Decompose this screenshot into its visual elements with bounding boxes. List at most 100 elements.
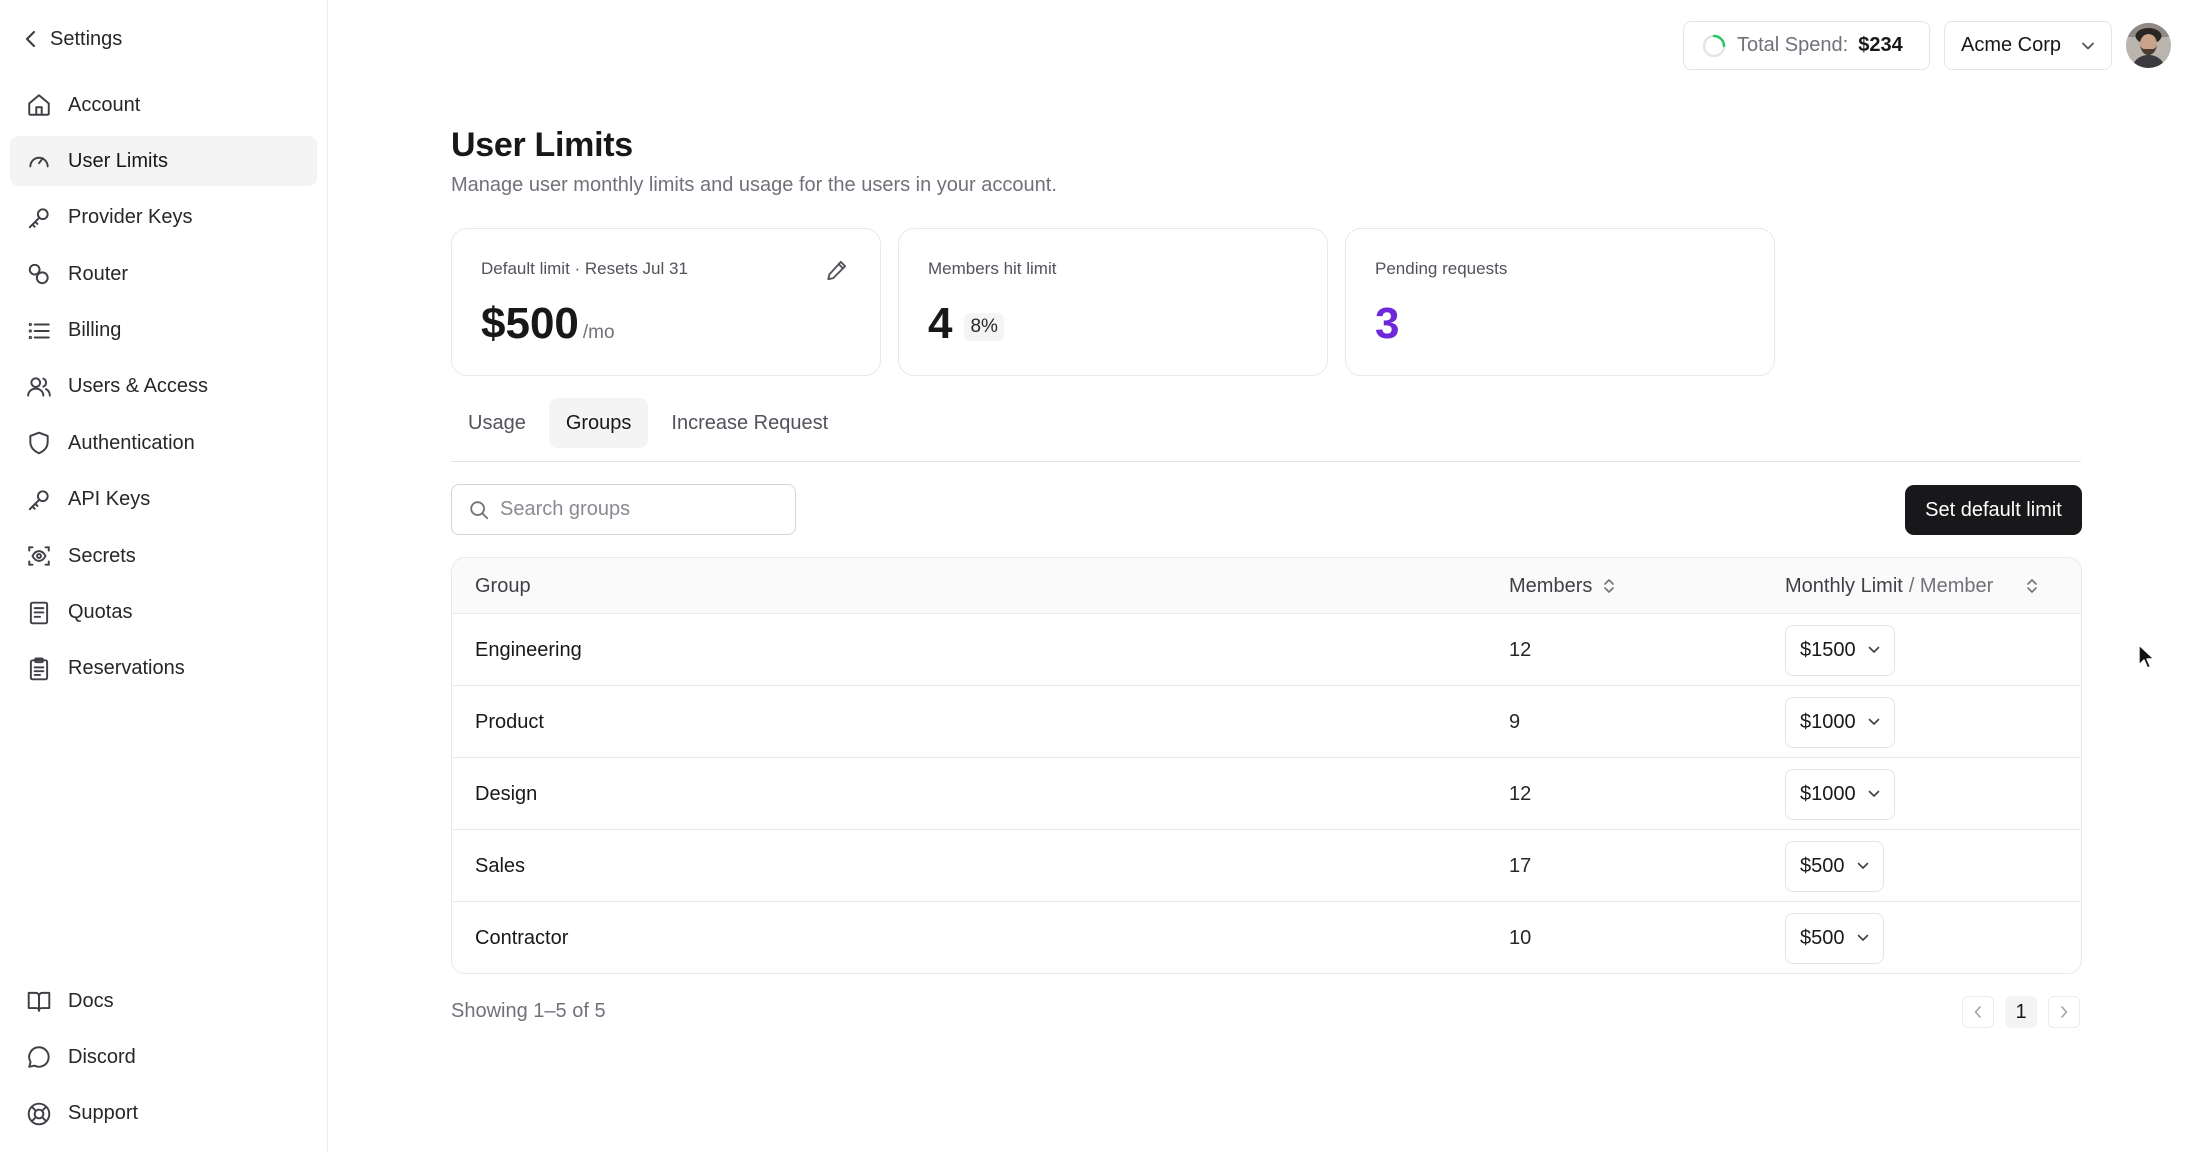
sidebar-item-users-access[interactable]: Users & Access [10, 362, 317, 412]
member-count: 10 [1509, 926, 1532, 949]
page-title: User Limits [451, 126, 633, 164]
users-icon [26, 374, 52, 400]
total-spend-label: Total Spend: [1737, 34, 1849, 56]
group-header-label: Group [475, 574, 531, 597]
limit-select[interactable]: $1000 [1785, 696, 1895, 748]
chevron-down-icon [1868, 646, 1880, 654]
org-switcher[interactable]: Acme Corp [1944, 21, 2112, 70]
tab-increase-request[interactable]: Increase Request [654, 398, 845, 448]
limit-value: $1000 [1800, 710, 1856, 733]
column-header-group[interactable]: Group [475, 558, 531, 614]
set-default-limit-button[interactable]: Set default limit [1905, 485, 2082, 535]
group-name: Product [475, 710, 544, 733]
group-name: Engineering [475, 638, 582, 661]
sort-icon [2025, 576, 2039, 596]
sidebar-item-api-keys[interactable]: API Keys [10, 475, 317, 525]
lifebuoy-icon [26, 1101, 52, 1127]
member-count: 9 [1509, 710, 1521, 733]
tab-groups[interactable]: Groups [548, 398, 649, 448]
chevron-right-icon [2059, 1005, 2069, 1019]
sidebar-item-label: Secrets [68, 544, 136, 567]
pagination-summary: Showing 1–5 of 5 [451, 1000, 606, 1022]
sidebar-item-label: Quotas [68, 601, 133, 624]
chevron-left-icon [24, 29, 38, 49]
route-icon [26, 261, 52, 287]
members-header-label: Members [1509, 574, 1593, 597]
group-name: Design [475, 782, 538, 805]
tab-usage[interactable]: Usage [451, 398, 543, 448]
prev-page-button[interactable] [1962, 996, 1994, 1028]
shield-icon [26, 430, 52, 456]
sidebar-item-reservations[interactable]: Reservations [10, 644, 317, 694]
default-limit-value: $500 [481, 299, 579, 348]
member-count: 12 [1509, 638, 1532, 661]
table-row: Contractor 10 $500 [452, 902, 2081, 973]
sidebar-item-provider-keys[interactable]: Provider Keys [10, 193, 317, 243]
table-row: Sales 17 $500 [452, 830, 2081, 902]
page-number-button[interactable]: 1 [2005, 996, 2037, 1028]
sidebar-item-label: User Limits [68, 149, 169, 172]
sidebar-item-label: Users & Access [68, 375, 209, 398]
sidebar-item-user-limits[interactable]: User Limits [10, 136, 317, 187]
avatar[interactable] [2126, 23, 2171, 68]
group-name: Contractor [475, 926, 569, 949]
limit-cell: $500 [1785, 830, 1884, 902]
limit-value: $500 [1800, 926, 1845, 949]
groups-table: Group Members Monthly Limit / Member Eng… [451, 557, 2082, 974]
limit-cell: $500 [1785, 902, 1884, 973]
member-count: 17 [1509, 854, 1532, 877]
limit-select[interactable]: $1000 [1785, 768, 1895, 820]
sidebar-item-label: Router [68, 262, 129, 285]
limit-value: $500 [1800, 854, 1845, 877]
sidebar-bottom-nav: Docs Discord Support [10, 976, 317, 1145]
clipboard-icon [26, 656, 52, 682]
sidebar-item-label: API Keys [68, 488, 151, 511]
sidebar-item-label: Authentication [68, 431, 195, 454]
sidebar: Settings Account User Limits Provider Ke… [0, 0, 328, 1152]
sidebar-item-router[interactable]: Router [10, 249, 317, 299]
sidebar-nav: Account User Limits Provider Keys Router… [10, 80, 317, 700]
pencil-icon[interactable] [824, 257, 850, 283]
pending-requests-card: Pending requests 3 [1345, 228, 1775, 376]
limit-cell: $1500 [1785, 614, 1895, 686]
members-hit-limit-card: Members hit limit 4 8% [898, 228, 1328, 376]
org-name: Acme Corp [1961, 34, 2062, 56]
sidebar-item-billing[interactable]: Billing [10, 306, 317, 356]
limit-cell: $1000 [1785, 686, 1895, 758]
table-row: Engineering 12 $1500 [452, 614, 2081, 686]
default-limit-value-wrap: $500/mo [481, 299, 615, 349]
tab-bar: Usage Groups Increase Request [451, 398, 845, 448]
chevron-down-icon [1868, 718, 1880, 726]
total-spend-indicator: Total Spend: $234 [1683, 21, 1930, 70]
back-to-settings-link[interactable]: Settings [24, 24, 122, 54]
sidebar-item-secrets[interactable]: Secrets [10, 531, 317, 581]
sidebar-item-label: Reservations [68, 657, 185, 680]
limit-header-suffix: / Member [1908, 574, 1994, 597]
chevron-down-icon [2081, 41, 2095, 51]
sidebar-item-support[interactable]: Support [10, 1089, 317, 1139]
sidebar-item-label: Billing [68, 319, 122, 342]
column-header-members[interactable]: Members [1509, 558, 1616, 614]
sidebar-item-docs[interactable]: Docs [10, 976, 317, 1026]
sidebar-item-quotas[interactable]: Quotas [10, 588, 317, 638]
column-header-monthly-limit[interactable]: Monthly Limit / Member [1785, 558, 2039, 614]
default-limit-unit: /mo [582, 322, 615, 343]
search-input[interactable] [500, 498, 790, 521]
limit-select[interactable]: $1500 [1785, 624, 1895, 676]
pagination: 1 [1962, 996, 2080, 1028]
limit-select[interactable]: $500 [1785, 840, 1884, 892]
list-icon [26, 318, 52, 344]
limit-select[interactable]: $500 [1785, 912, 1884, 964]
members-hit-value: 4 [928, 299, 953, 348]
sidebar-item-authentication[interactable]: Authentication [10, 418, 317, 468]
sidebar-item-account[interactable]: Account [10, 80, 317, 130]
sort-icon [1602, 576, 1616, 596]
limit-header-label: Monthly Limit [1785, 574, 1903, 597]
book-icon [26, 988, 52, 1014]
next-page-button[interactable] [2048, 996, 2080, 1028]
chevron-down-icon [1868, 790, 1880, 798]
page-subtitle: Manage user monthly limits and usage for… [451, 174, 1057, 196]
tabs-divider [451, 461, 2081, 462]
chevron-down-icon [1857, 934, 1869, 942]
sidebar-item-discord[interactable]: Discord [10, 1032, 317, 1082]
